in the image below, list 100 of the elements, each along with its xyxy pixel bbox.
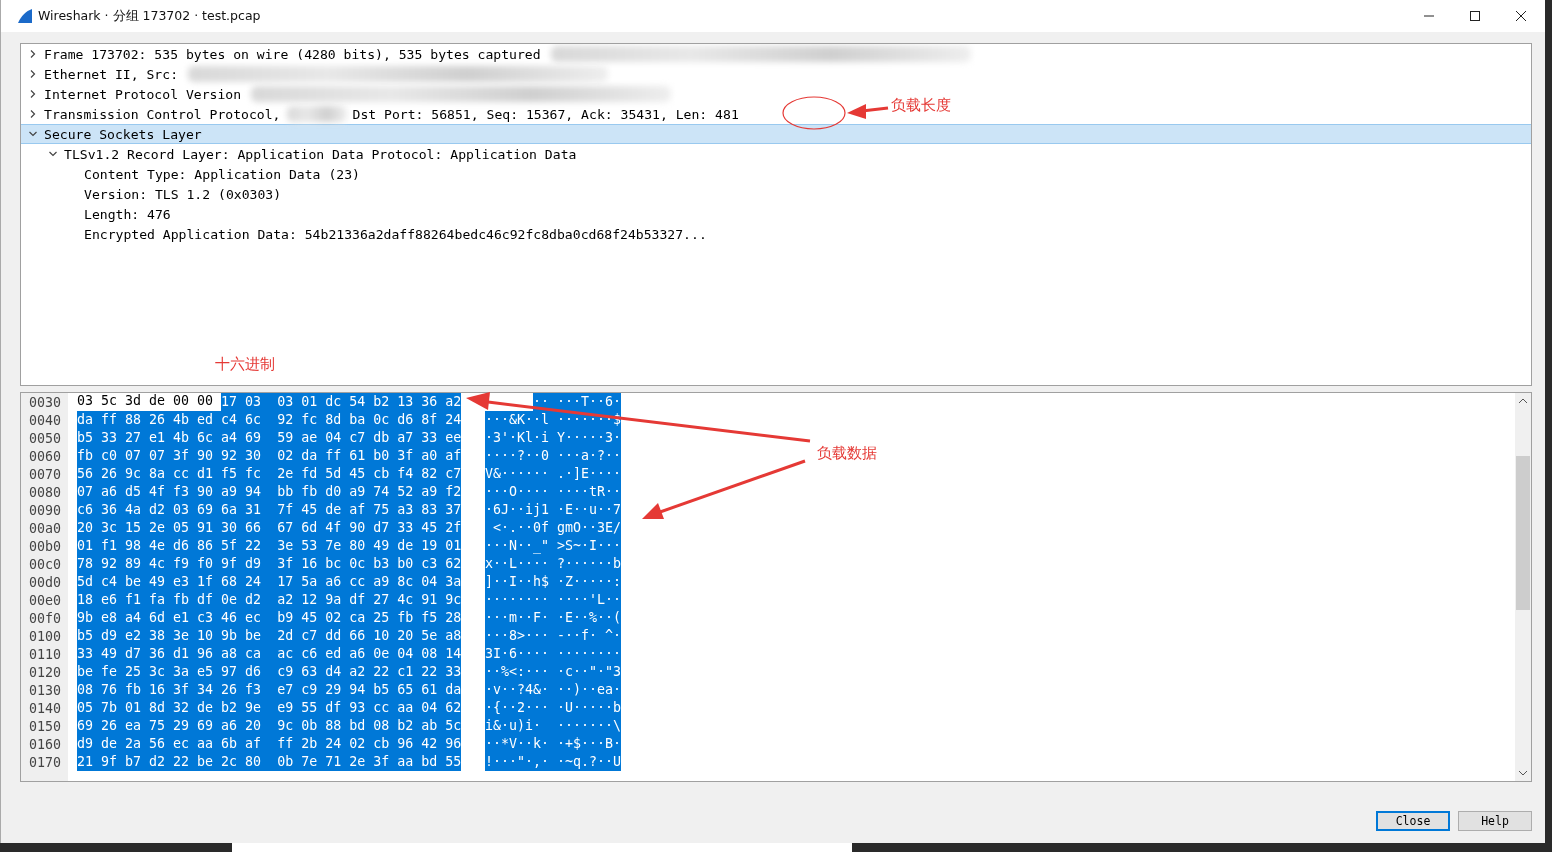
hex-bytes-highlighted: 69 26 ea 75 29 69 a6 20 9c 0b 88 bd 08 b2 ab 5c: [77, 717, 462, 735]
chevron-down-icon[interactable]: [47, 149, 58, 159]
offset-text: 0070: [28, 466, 63, 482]
tree-item-text: Internet Protocol Version: [44, 86, 242, 102]
hex-bytes-highlighted: da ff 88 26 4b ed c4 6c 92 fc 8d ba 0c d6 8f 24: [77, 411, 462, 429]
tree-row[interactable]: Content Type: Application Data (23): [21, 164, 364, 184]
offset-text: 00f0: [28, 610, 63, 626]
hex-bytes-highlighted: 56 26 9c 8a cc d1 f5 fc 2e fd 5d 45 cb f4 82 c7: [77, 465, 462, 483]
ascii-text-highlighted: !···"·,· ·~q.?··U: [485, 753, 622, 771]
arrow: [847, 104, 889, 119]
ascii-text-highlighted: <·.··0f gmO··3E/: [485, 519, 622, 537]
annotation-text: 负载长度: [891, 96, 951, 115]
tree-item-text: Frame 173702: 535 bytes on wire (4280 bits), 535 bytes captured: [44, 46, 541, 62]
scroll-down-icon[interactable]: [1518, 770, 1528, 776]
ascii-text-highlighted: ···m··F· ·E··%··(: [485, 609, 622, 627]
ascii-text-highlighted: ····?··0 ···a·?··: [485, 447, 622, 465]
tree-row[interactable]: Transmission Control Protocol, Dst Port: 56851, Seq: 15367, Ack: 35431, Len: 481: [21, 104, 743, 124]
offset-text: 0090: [28, 502, 63, 518]
tree-item-text: TLSv1.2 Record Layer: Application Data Protocol: Application Data: [64, 146, 577, 162]
highlight-ellipse: [782, 96, 846, 130]
annotation-text: 负载数据: [817, 444, 877, 463]
ascii-text-highlighted: ········ ····'L··: [485, 591, 622, 609]
window-title: Wireshark · 分组 173702 · test.pcap: [38, 7, 261, 25]
offset-text: 0140: [28, 700, 63, 716]
offset-text: 00a0: [28, 520, 63, 536]
hex-bytes-highlighted: 5d c4 be 49 e3 1f 68 24 17 5a a6 cc a9 8c 04 3a: [77, 573, 462, 591]
offset-text: 00b0: [28, 538, 63, 554]
hex-bytes-highlighted: c6 36 4a d2 03 69 6a 31 7f 45 de af 75 a3 83 37: [77, 501, 462, 519]
offset-text: 0110: [28, 646, 63, 662]
offset-text: 0040: [28, 412, 63, 428]
maximize-icon[interactable]: [1469, 10, 1481, 22]
tree-item-text: Transmission Control Protocol,: [44, 106, 281, 122]
tree-item-text: Length: 476: [84, 206, 171, 222]
ascii-text-highlighted: ···N··_" >S~·I···: [485, 537, 622, 555]
tree-item-text: Secure Sockets Layer: [44, 126, 202, 142]
hex-bytes-highlighted: 21 9f b7 d2 22 be 2c 80 0b 7e 71 2e 3f aa bd 55: [77, 753, 462, 771]
dialog-button[interactable]: Close: [1376, 811, 1450, 831]
ascii-text-highlighted: x··L···· ?······b: [485, 555, 622, 573]
ascii-text-highlighted: ··*V··k· ·+$···B·: [485, 735, 622, 753]
ascii-text-highlighted: 3I·6···· ········: [485, 645, 622, 663]
hex-bytes-highlighted: 01 f1 98 4e d6 86 5f 22 3e 53 7e 80 49 de 19 01: [77, 537, 462, 555]
tree-row[interactable]: Internet Protocol Version: [21, 84, 676, 104]
hex-bytes-highlighted: 07 a6 d5 4f f3 90 a9 94 bb fb d0 a9 74 52 a9 f2: [77, 483, 462, 501]
offset-text: 00e0: [28, 592, 63, 608]
hex-bytes-highlighted: d9 de 2a 56 ec aa 6b af ff 2b 24 02 cb 96 42 96: [77, 735, 462, 753]
offset-text: 0130: [28, 682, 63, 698]
annotation-text: 十六进制: [215, 355, 275, 374]
close-icon[interactable]: [1515, 10, 1527, 22]
hex-bytes-highlighted: 9b e8 a4 6d e1 c3 46 ec b9 45 02 ca 25 fb f5 28: [77, 609, 462, 627]
scroll-up-icon[interactable]: [1518, 398, 1528, 404]
ascii-text-highlighted: ···8>··· -··f· ^·: [485, 627, 622, 645]
ascii-text-highlighted: ···O···· ····tR··: [485, 483, 622, 501]
tree-row[interactable]: Length: 476: [21, 204, 175, 224]
ascii-text-highlighted: ··%<:··· ·c··"·"3: [485, 663, 622, 681]
ascii-text-highlighted: ·· ···T··6·: [533, 393, 622, 411]
offset-text: 0120: [28, 664, 63, 680]
chevron-down-icon[interactable]: [27, 129, 38, 139]
scrollbar[interactable]: [1515, 393, 1531, 781]
tree-row[interactable]: Version: TLS 1.2 (0x0303): [21, 184, 286, 204]
ascii-text-highlighted: ]··I··h$ ·Z·····:: [485, 573, 622, 591]
ascii-text-highlighted: V&······ .·]E····: [485, 465, 622, 483]
tree-row[interactable]: Frame 173702: 535 bytes on wire (4280 bits), 535 bytes captured: [21, 44, 975, 64]
tree-item-text: Ethernet II, Src:: [44, 66, 178, 82]
offset-text: 0030: [28, 394, 63, 410]
hex-bytes-highlighted: b5 33 27 e1 4b 6c a4 69 59 ae 04 c7 db a7 33 ee: [77, 429, 462, 447]
tree-item-text: Version: TLS 1.2 (0x0303): [84, 186, 282, 202]
tree-item-text: Content Type: Application Data (23): [84, 166, 360, 182]
offset-text: 0160: [28, 736, 63, 752]
dialog-button[interactable]: Help: [1458, 811, 1532, 831]
hex-bytes-highlighted: 78 92 89 4c f9 f0 9f d9 3f 16 bc 0c b3 b0 c3 62: [77, 555, 462, 573]
tree-item-text: Dst Port: 56851, Seq: 15367, Ack: 35431, Len: 481: [352, 106, 739, 122]
hex-bytes-highlighted: b5 d9 e2 38 3e 10 9b be 2d c7 dd 66 10 20 5e a8: [77, 627, 462, 645]
offset-text: 0060: [28, 448, 63, 464]
ascii-text-highlighted: ·3'·Kl·i Y·····3·: [485, 429, 622, 447]
hex-bytes: 03 5c 3d de 00 00: [77, 393, 214, 410]
offset-text: 00d0: [28, 574, 63, 590]
offset-text: 0050: [28, 430, 63, 446]
offset-text: 0150: [28, 718, 63, 734]
tree-row[interactable]: Encrypted Application Data: 54b21336a2daff88264bedc46c92fc8dba0cd68f24b53327...: [21, 224, 711, 244]
hex-bytes-highlighted: fb c0 07 07 3f 90 92 30 02 da ff 61 b0 3f a0 af: [77, 447, 462, 465]
hex-bytes-highlighted: 17 03 03 01 dc 54 b2 13 36 a2: [221, 393, 462, 411]
offset-text: 0100: [28, 628, 63, 644]
hex-bytes-highlighted: 05 7b 01 8d 32 de b2 9e e9 55 df 93 cc aa 04 62: [77, 699, 462, 717]
tree-item-text: Encrypted Application Data: 54b21336a2daff88264bedc46c92fc8dba0cd68f24b53327...: [84, 226, 707, 242]
fin-icon: [17, 8, 33, 24]
offset-text: 0170: [28, 754, 63, 770]
ascii-text-highlighted: ·v··?4&· ··)··ea·: [485, 681, 622, 699]
hex-bytes-highlighted: 20 3c 15 2e 05 91 30 66 67 6d 4f 90 d7 33 45 2f: [77, 519, 462, 537]
ascii-text-highlighted: ·6J··ij1 ·E··u··7: [485, 501, 622, 519]
tree-row[interactable]: Ethernet II, Src:: [21, 64, 612, 84]
hex-bytes-highlighted: 33 49 d7 36 d1 96 a8 ca ac c6 ed a6 0e 04 08 14: [77, 645, 462, 663]
hex-bytes-highlighted: 08 76 fb 16 3f 34 26 f3 e7 c9 29 94 b5 65 61 da: [77, 681, 462, 699]
ascii-text-highlighted: ·{··2··· ·U·····b: [485, 699, 622, 717]
tree-row[interactable]: TLSv1.2 Record Layer: Application Data Protocol: Application Data: [21, 144, 581, 164]
offset-text: 0080: [28, 484, 63, 500]
hex-bytes-highlighted: 18 e6 f1 fa fb df 0e d2 a2 12 9a df 27 4c 91 9c: [77, 591, 462, 609]
offset-text: 00c0: [28, 556, 63, 572]
hex-bytes-highlighted: be fe 25 3c 3a e5 97 d6 c9 63 d4 a2 22 c1 22 33: [77, 663, 462, 681]
tree-row[interactable]: Secure Sockets Layer: [21, 124, 1531, 144]
ascii-text-highlighted: i&·u)i· ·······\: [485, 717, 622, 735]
